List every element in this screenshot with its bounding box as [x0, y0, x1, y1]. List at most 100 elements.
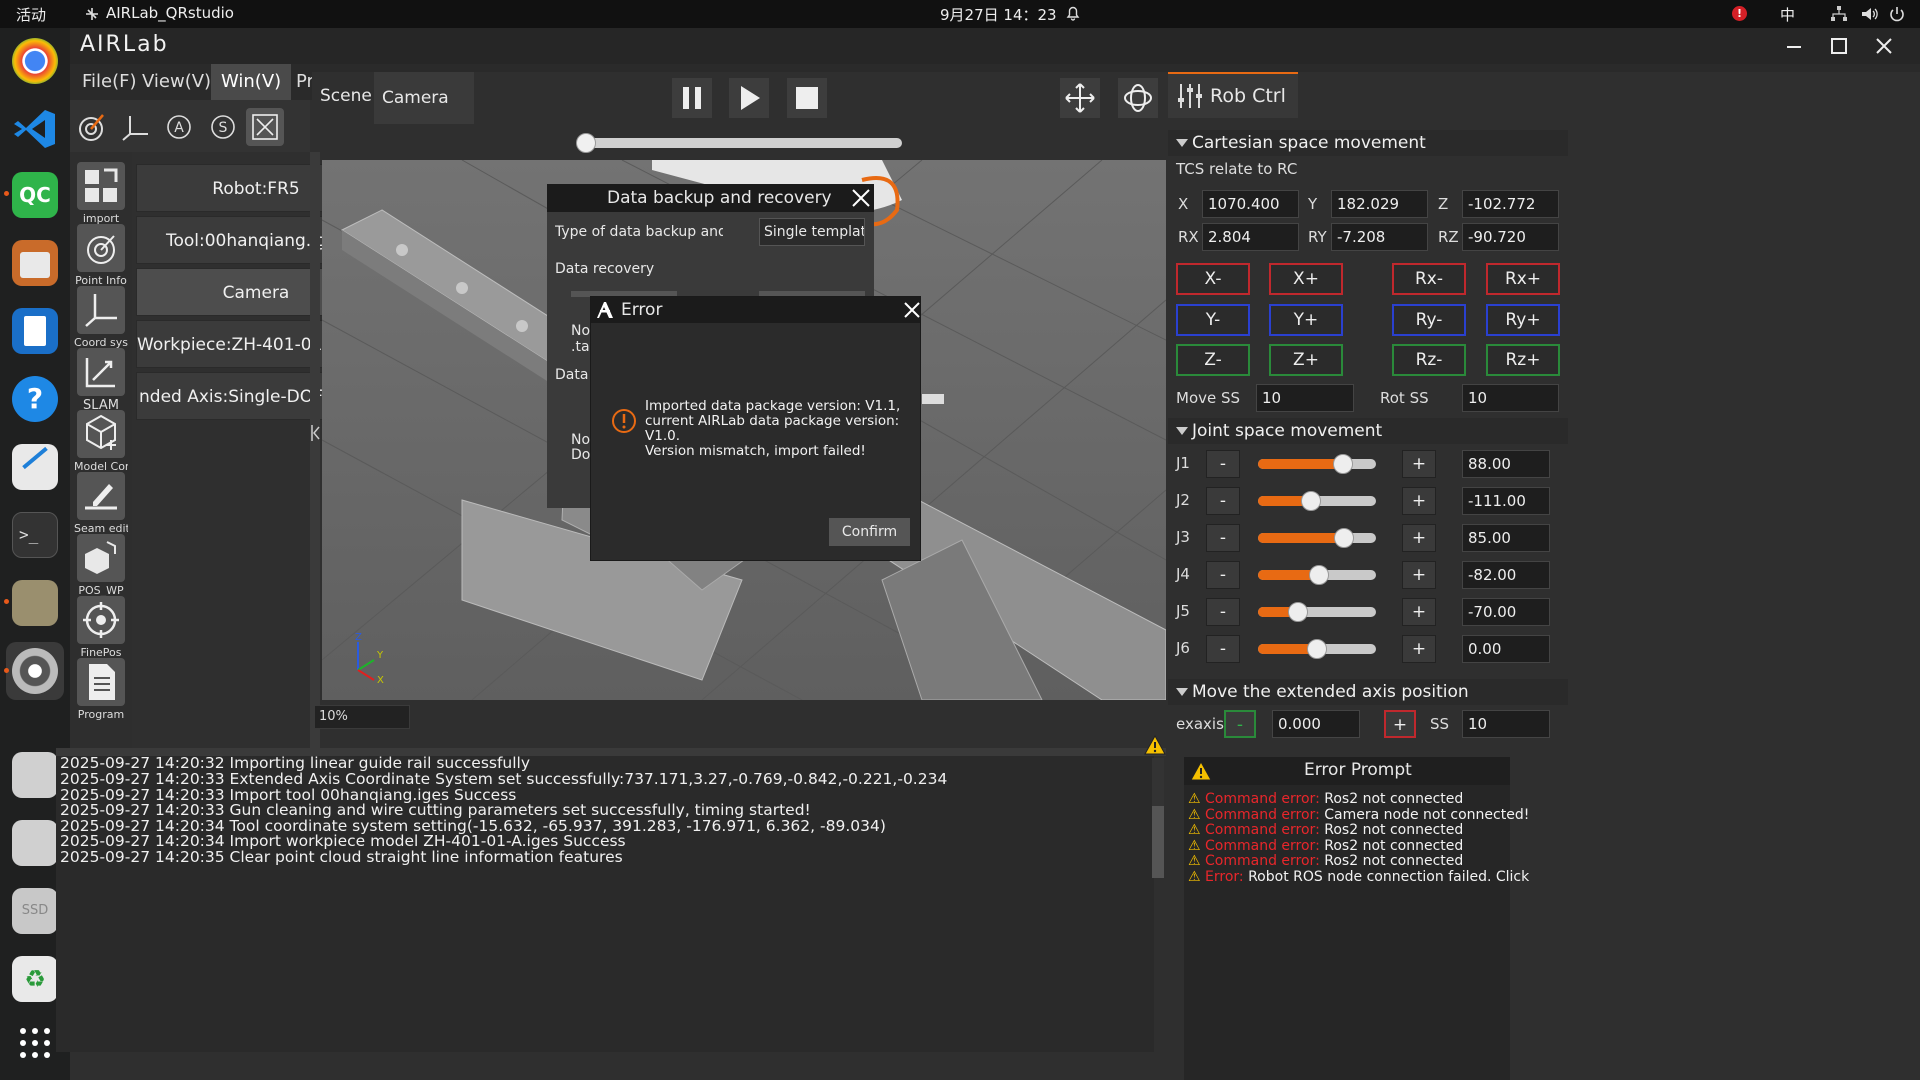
disk-icon[interactable] [12, 820, 58, 866]
joint-slider[interactable] [1258, 639, 1376, 659]
qtcreator-icon[interactable]: QC [12, 172, 58, 218]
joint-plus-button[interactable]: + [1402, 635, 1436, 663]
joint-slider-knob[interactable] [1334, 528, 1354, 548]
input-method[interactable]: 中 [1780, 4, 1795, 25]
coordinate-icon[interactable] [116, 108, 154, 146]
playback-slider-knob[interactable] [576, 133, 596, 153]
joint-slider-knob[interactable] [1333, 454, 1353, 474]
rz-field[interactable]: -90.720 [1462, 223, 1559, 251]
vscode-icon[interactable] [12, 106, 58, 152]
joint-value-field[interactable]: 85.00 [1462, 524, 1550, 552]
joint-slider-knob[interactable] [1301, 491, 1321, 511]
playback-slider[interactable] [586, 138, 902, 148]
rotate-view-icon[interactable] [1118, 78, 1158, 118]
close-icon[interactable] [1874, 36, 1894, 56]
tab-scene[interactable]: Scene [320, 86, 372, 106]
joint-minus-button[interactable]: - [1206, 450, 1240, 478]
pause-icon[interactable] [672, 78, 712, 118]
rz-minus-button[interactable]: Rz- [1392, 344, 1466, 376]
joint-value-field[interactable]: 0.00 [1462, 635, 1550, 663]
joint-minus-button[interactable]: - [1206, 561, 1240, 589]
joint-plus-button[interactable]: + [1402, 487, 1436, 515]
rx-plus-button[interactable]: Rx+ [1486, 263, 1560, 295]
clock[interactable]: 9月27日 14：23 [940, 4, 1057, 25]
rob-ctrl-tab[interactable]: Rob Ctrl [1168, 72, 1298, 118]
joint-slider[interactable] [1258, 454, 1376, 474]
alert-icon[interactable]: ! [1732, 6, 1747, 21]
rz-plus-button[interactable]: Rz+ [1486, 344, 1560, 376]
x-plus-button[interactable]: X+ [1269, 263, 1343, 295]
exaxis-plus-button[interactable]: + [1384, 710, 1416, 738]
ssd-icon[interactable]: SSD [12, 888, 58, 934]
joint-plus-button[interactable]: + [1402, 450, 1436, 478]
zoom-level[interactable]: 10% [314, 705, 410, 729]
collapse-arrow-icon[interactable] [310, 423, 320, 443]
scan-icon[interactable] [246, 108, 284, 146]
joint-slider[interactable] [1258, 602, 1376, 622]
rot-ss-field[interactable]: 10 [1462, 384, 1559, 412]
move-icon[interactable] [1060, 78, 1100, 118]
ry-field[interactable]: -7.208 [1331, 223, 1428, 251]
joint-plus-button[interactable]: + [1402, 524, 1436, 552]
power-icon[interactable] [1888, 5, 1906, 23]
joint-slider-knob[interactable] [1307, 639, 1327, 659]
archive-icon[interactable] [12, 580, 58, 626]
extended-section-header[interactable]: Move the extended axis position [1168, 679, 1568, 705]
joint-value-field[interactable]: -70.00 [1462, 598, 1550, 626]
program-tool[interactable]: Program [74, 656, 128, 728]
joint-minus-button[interactable]: - [1206, 635, 1240, 663]
joint-section-header[interactable]: Joint space movement [1168, 418, 1568, 444]
menu-win[interactable]: Win(V) [211, 64, 292, 100]
settings-icon[interactable] [12, 648, 58, 694]
joint-minus-button[interactable]: - [1206, 598, 1240, 626]
menu-view[interactable]: View(V) [132, 64, 221, 100]
ry-minus-button[interactable]: Ry- [1392, 304, 1466, 336]
volume-icon[interactable] [1860, 5, 1878, 23]
joint-minus-button[interactable]: - [1206, 487, 1240, 515]
stop-icon[interactable] [787, 78, 827, 118]
z-minus-button[interactable]: Z- [1176, 344, 1250, 376]
joint-slider-knob[interactable] [1309, 565, 1329, 585]
x-minus-button[interactable]: X- [1176, 263, 1250, 295]
play-icon[interactable] [729, 78, 769, 118]
mode-s-icon[interactable]: S [204, 108, 242, 146]
exaxis-minus-button[interactable]: - [1224, 710, 1256, 738]
help-icon[interactable]: ? [12, 376, 58, 422]
cartesian-section-header[interactable]: Cartesian space movement [1168, 130, 1568, 156]
x-field[interactable]: 1070.400 [1202, 190, 1299, 218]
z-field[interactable]: -102.772 [1462, 190, 1559, 218]
joint-value-field[interactable]: -111.00 [1462, 487, 1550, 515]
disk-icon[interactable] [12, 752, 58, 798]
ry-plus-button[interactable]: Ry+ [1486, 304, 1560, 336]
rx-field[interactable]: 2.804 [1202, 223, 1299, 251]
writer-icon[interactable] [12, 308, 58, 354]
network-icon[interactable] [1830, 5, 1848, 23]
exaxis-field[interactable]: 0.000 [1272, 710, 1360, 738]
y-field[interactable]: 182.029 [1331, 190, 1428, 218]
joint-value-field[interactable]: 88.00 [1462, 450, 1550, 478]
joint-plus-button[interactable]: + [1402, 598, 1436, 626]
close-icon[interactable] [903, 301, 921, 319]
mode-a-icon[interactable]: A [160, 108, 198, 146]
text-editor-icon[interactable] [12, 444, 58, 490]
joint-value-field[interactable]: -82.00 [1462, 561, 1550, 589]
activities-button[interactable]: 活动 [16, 4, 46, 25]
joint-minus-button[interactable]: - [1206, 524, 1240, 552]
files-icon[interactable] [12, 240, 58, 286]
joint-slider-knob[interactable] [1288, 602, 1308, 622]
left-panel-splitter[interactable] [310, 152, 320, 772]
trash-icon[interactable]: ♻ [12, 956, 58, 1002]
joint-plus-button[interactable]: + [1402, 561, 1436, 589]
show-apps-icon[interactable] [12, 1020, 58, 1066]
target-icon[interactable] [72, 108, 110, 146]
joint-slider[interactable] [1258, 565, 1376, 585]
tab-camera[interactable]: Camera [374, 72, 474, 124]
app-name[interactable]: AIRLab_QRstudio [106, 4, 234, 22]
terminal-icon[interactable]: >_ [12, 512, 58, 558]
maximize-icon[interactable] [1829, 36, 1849, 56]
move-ss-field[interactable]: 10 [1256, 384, 1354, 412]
rx-minus-button[interactable]: Rx- [1392, 263, 1466, 295]
z-plus-button[interactable]: Z+ [1269, 344, 1343, 376]
confirm-button[interactable]: Confirm [829, 518, 910, 546]
minimize-icon[interactable] [1784, 36, 1804, 56]
